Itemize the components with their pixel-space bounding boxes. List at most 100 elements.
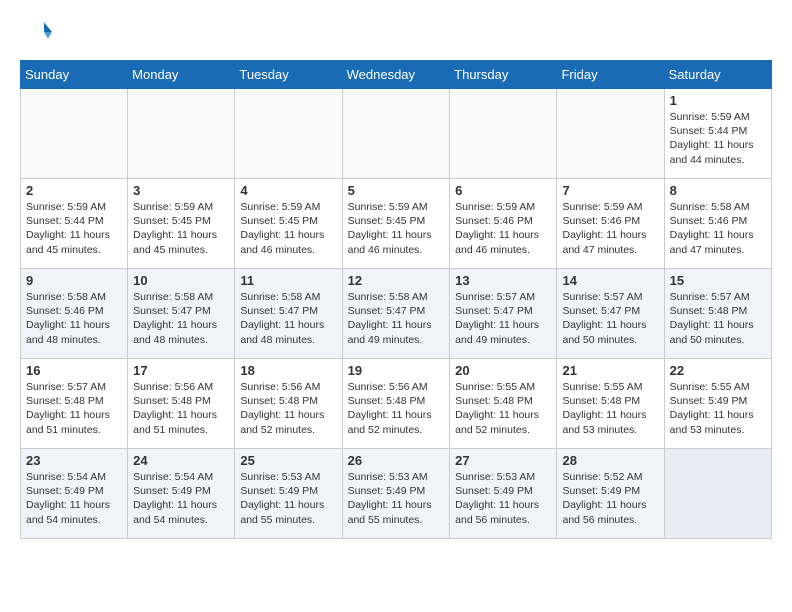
day-info: Sunrise: 5:52 AM Sunset: 5:49 PM Dayligh… xyxy=(562,470,658,527)
calendar-cell: 24 Sunrise: 5:54 AM Sunset: 5:49 PM Dayli… xyxy=(128,449,235,539)
day-info: Sunrise: 5:53 AM Sunset: 5:49 PM Dayligh… xyxy=(348,470,445,527)
calendar-cell: 3 Sunrise: 5:59 AM Sunset: 5:45 PM Daylig… xyxy=(128,179,235,269)
day-info: Sunrise: 5:58 AM Sunset: 5:46 PM Dayligh… xyxy=(26,290,122,347)
day-info: Sunrise: 5:53 AM Sunset: 5:49 PM Dayligh… xyxy=(240,470,336,527)
day-number: 12 xyxy=(348,273,445,288)
logo xyxy=(20,16,56,48)
day-number: 24 xyxy=(133,453,229,468)
calendar-cell: 8 Sunrise: 5:58 AM Sunset: 5:46 PM Daylig… xyxy=(664,179,771,269)
day-header-wednesday: Wednesday xyxy=(342,61,450,89)
calendar-cell: 10Sunrise: 5:58 AM Sunset: 5:47 PM Dayli… xyxy=(128,269,235,359)
day-info: Sunrise: 5:53 AM Sunset: 5:49 PM Dayligh… xyxy=(455,470,551,527)
day-number: 25 xyxy=(240,453,336,468)
day-number: 6 xyxy=(455,183,551,198)
calendar-cell: 14 Sunrise: 5:57 AM Sunset: 5:47 PM Dayli… xyxy=(557,269,664,359)
day-number: 14 xyxy=(562,273,658,288)
day-number: 2 xyxy=(26,183,122,198)
calendar-cell: 7 Sunrise: 5:59 AM Sunset: 5:46 PM Daylig… xyxy=(557,179,664,269)
calendar-cell xyxy=(342,89,450,179)
calendar-cell: 19 Sunrise: 5:56 AM Sunset: 5:48 PM Dayli… xyxy=(342,359,450,449)
calendar-cell: 16 Sunrise: 5:57 AM Sunset: 5:48 PM Dayli… xyxy=(21,359,128,449)
calendar-cell: 20 Sunrise: 5:55 AM Sunset: 5:48 PM Dayli… xyxy=(450,359,557,449)
day-info: Sunrise: 5:56 AM Sunset: 5:48 PM Dayligh… xyxy=(348,380,445,437)
calendar-cell: 22 Sunrise: 5:55 AM Sunset: 5:49 PM Dayli… xyxy=(664,359,771,449)
day-info: Sunrise: 5:55 AM Sunset: 5:48 PM Dayligh… xyxy=(562,380,658,437)
day-info: Sunrise: 5:54 AM Sunset: 5:49 PM Dayligh… xyxy=(26,470,122,527)
day-number: 20 xyxy=(455,363,551,378)
day-number: 19 xyxy=(348,363,445,378)
calendar-cell: 23Sunrise: 5:54 AM Sunset: 5:49 PM Dayli… xyxy=(21,449,128,539)
day-info: Sunrise: 5:55 AM Sunset: 5:48 PM Dayligh… xyxy=(455,380,551,437)
day-info: Sunrise: 5:57 AM Sunset: 5:48 PM Dayligh… xyxy=(670,290,766,347)
week-row-2: 2 Sunrise: 5:59 AM Sunset: 5:44 PM Daylig… xyxy=(21,179,772,269)
calendar-cell xyxy=(664,449,771,539)
day-number: 11 xyxy=(240,273,336,288)
day-number: 26 xyxy=(348,453,445,468)
day-number: 7 xyxy=(562,183,658,198)
calendar-cell: 25 Sunrise: 5:53 AM Sunset: 5:49 PM Dayli… xyxy=(235,449,342,539)
day-number: 13 xyxy=(455,273,551,288)
day-info: Sunrise: 5:56 AM Sunset: 5:48 PM Dayligh… xyxy=(133,380,229,437)
week-row-5: 23Sunrise: 5:54 AM Sunset: 5:49 PM Dayli… xyxy=(21,449,772,539)
day-number: 8 xyxy=(670,183,766,198)
calendar-cell: 17 Sunrise: 5:56 AM Sunset: 5:48 PM Dayli… xyxy=(128,359,235,449)
day-info: Sunrise: 5:59 AM Sunset: 5:46 PM Dayligh… xyxy=(455,200,551,257)
day-info: Sunrise: 5:59 AM Sunset: 5:45 PM Dayligh… xyxy=(133,200,229,257)
calendar-cell: 26 Sunrise: 5:53 AM Sunset: 5:49 PM Dayli… xyxy=(342,449,450,539)
day-info: Sunrise: 5:59 AM Sunset: 5:44 PM Dayligh… xyxy=(26,200,122,257)
day-info: Sunrise: 5:59 AM Sunset: 5:46 PM Dayligh… xyxy=(562,200,658,257)
day-info: Sunrise: 5:57 AM Sunset: 5:47 PM Dayligh… xyxy=(562,290,658,347)
day-number: 21 xyxy=(562,363,658,378)
calendar-cell: 4 Sunrise: 5:59 AM Sunset: 5:45 PM Daylig… xyxy=(235,179,342,269)
day-info: Sunrise: 5:58 AM Sunset: 5:47 PM Dayligh… xyxy=(240,290,336,347)
day-header-thursday: Thursday xyxy=(450,61,557,89)
calendar-cell: 5 Sunrise: 5:59 AM Sunset: 5:45 PM Daylig… xyxy=(342,179,450,269)
day-number: 1 xyxy=(670,93,766,108)
day-number: 4 xyxy=(240,183,336,198)
calendar: SundayMondayTuesdayWednesdayThursdayFrid… xyxy=(20,60,772,539)
calendar-cell: 13 Sunrise: 5:57 AM Sunset: 5:47 PM Dayli… xyxy=(450,269,557,359)
day-header-monday: Monday xyxy=(128,61,235,89)
week-row-3: 9 Sunrise: 5:58 AM Sunset: 5:46 PM Daylig… xyxy=(21,269,772,359)
calendar-cell: 11 Sunrise: 5:58 AM Sunset: 5:47 PM Dayli… xyxy=(235,269,342,359)
day-number: 15 xyxy=(670,273,766,288)
day-number: 16 xyxy=(26,363,122,378)
day-info: Sunrise: 5:54 AM Sunset: 5:49 PM Dayligh… xyxy=(133,470,229,527)
calendar-cell: 27 Sunrise: 5:53 AM Sunset: 5:49 PM Dayli… xyxy=(450,449,557,539)
week-row-1: 1Sunrise: 5:59 AM Sunset: 5:44 PM Daylig… xyxy=(21,89,772,179)
day-info: Sunrise: 5:57 AM Sunset: 5:48 PM Dayligh… xyxy=(26,380,122,437)
day-number: 22 xyxy=(670,363,766,378)
day-number: 17 xyxy=(133,363,229,378)
day-info: Sunrise: 5:59 AM Sunset: 5:45 PM Dayligh… xyxy=(348,200,445,257)
calendar-cell: 15 Sunrise: 5:57 AM Sunset: 5:48 PM Dayli… xyxy=(664,269,771,359)
day-info: Sunrise: 5:56 AM Sunset: 5:48 PM Dayligh… xyxy=(240,380,336,437)
calendar-header-row: SundayMondayTuesdayWednesdayThursdayFrid… xyxy=(21,61,772,89)
day-info: Sunrise: 5:55 AM Sunset: 5:49 PM Dayligh… xyxy=(670,380,766,437)
day-info: Sunrise: 5:57 AM Sunset: 5:47 PM Dayligh… xyxy=(455,290,551,347)
day-info: Sunrise: 5:58 AM Sunset: 5:47 PM Dayligh… xyxy=(348,290,445,347)
calendar-cell: 1Sunrise: 5:59 AM Sunset: 5:44 PM Daylig… xyxy=(664,89,771,179)
calendar-cell xyxy=(235,89,342,179)
day-number: 3 xyxy=(133,183,229,198)
calendar-cell xyxy=(128,89,235,179)
day-header-saturday: Saturday xyxy=(664,61,771,89)
calendar-cell: 21 Sunrise: 5:55 AM Sunset: 5:48 PM Dayli… xyxy=(557,359,664,449)
calendar-cell xyxy=(21,89,128,179)
calendar-cell: 28Sunrise: 5:52 AM Sunset: 5:49 PM Dayli… xyxy=(557,449,664,539)
day-header-tuesday: Tuesday xyxy=(235,61,342,89)
day-header-sunday: Sunday xyxy=(21,61,128,89)
day-number: 10 xyxy=(133,273,229,288)
day-number: 5 xyxy=(348,183,445,198)
day-info: Sunrise: 5:58 AM Sunset: 5:46 PM Dayligh… xyxy=(670,200,766,257)
page-header xyxy=(20,16,772,48)
calendar-cell: 6 Sunrise: 5:59 AM Sunset: 5:46 PM Daylig… xyxy=(450,179,557,269)
calendar-cell: 9 Sunrise: 5:58 AM Sunset: 5:46 PM Daylig… xyxy=(21,269,128,359)
logo-icon xyxy=(20,16,52,48)
day-info: Sunrise: 5:59 AM Sunset: 5:45 PM Dayligh… xyxy=(240,200,336,257)
day-number: 27 xyxy=(455,453,551,468)
week-row-4: 16 Sunrise: 5:57 AM Sunset: 5:48 PM Dayli… xyxy=(21,359,772,449)
calendar-cell: 2 Sunrise: 5:59 AM Sunset: 5:44 PM Daylig… xyxy=(21,179,128,269)
day-number: 18 xyxy=(240,363,336,378)
calendar-cell: 18 Sunrise: 5:56 AM Sunset: 5:48 PM Dayli… xyxy=(235,359,342,449)
day-number: 9 xyxy=(26,273,122,288)
